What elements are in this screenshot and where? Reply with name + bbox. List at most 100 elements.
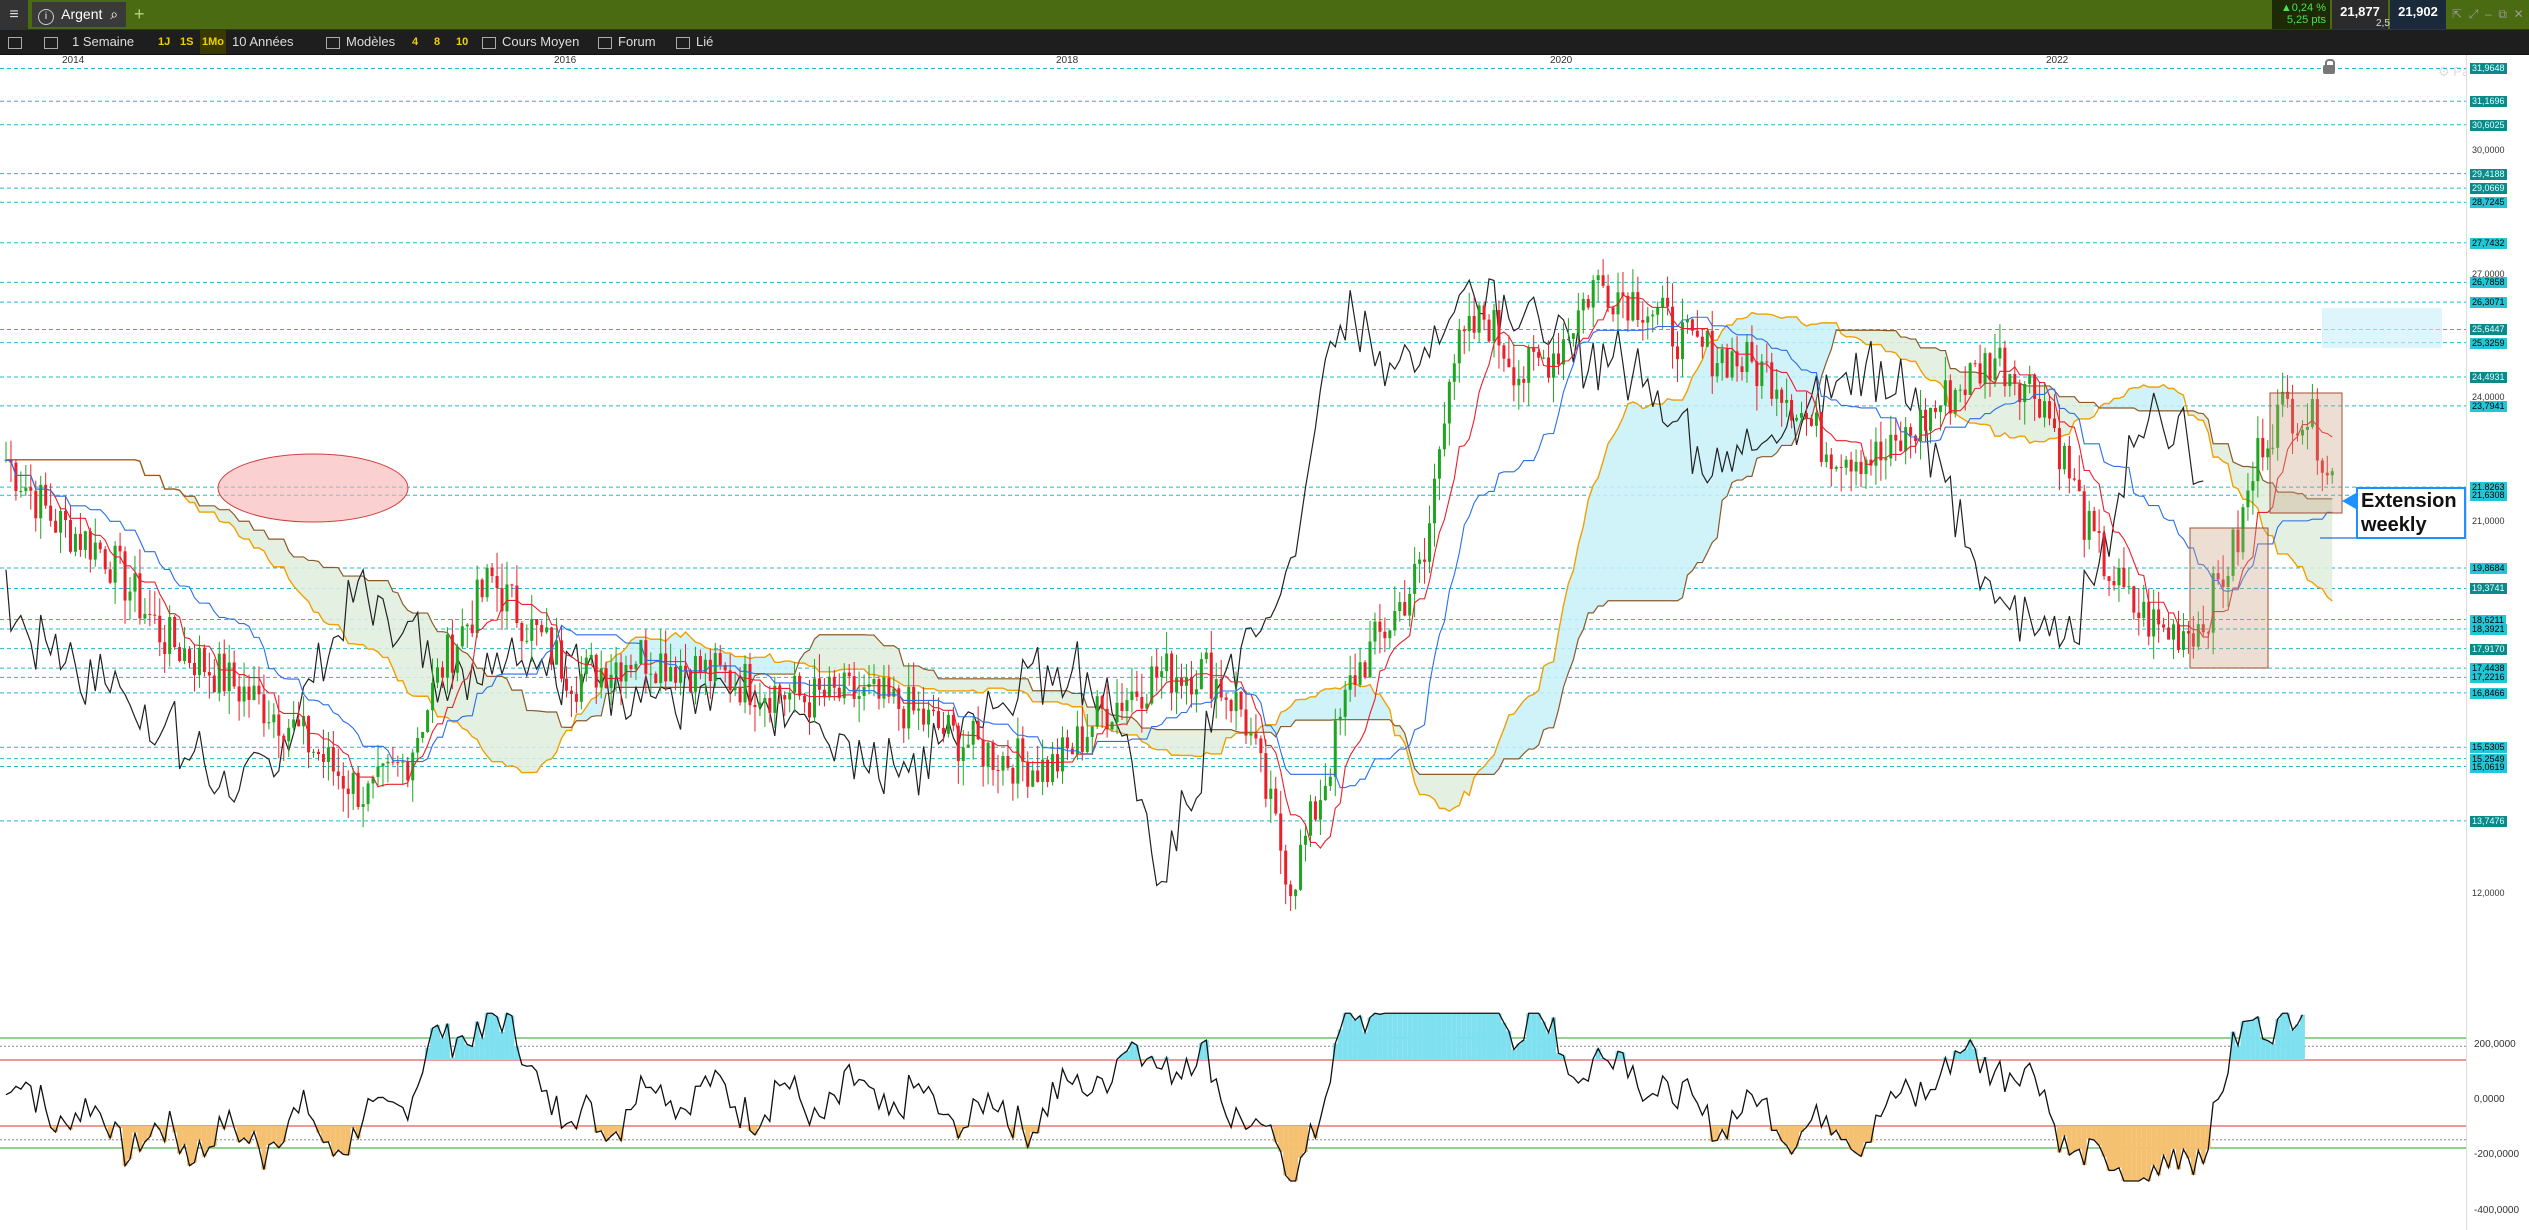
candle-body	[2137, 612, 2141, 619]
candle-body	[654, 673, 658, 684]
candle-body	[1700, 336, 1704, 347]
lie-label: Lié	[696, 34, 714, 49]
oscillator-chart[interactable]	[0, 1003, 2466, 1228]
osc-oversold-fill	[1030, 1126, 1036, 1133]
candle-body	[1284, 850, 1288, 885]
quick-1mo[interactable]: 1Mo	[200, 30, 226, 54]
candle-body	[1343, 689, 1347, 717]
osc-overbought-fill	[2260, 1038, 2266, 1060]
window-controls: ⇱ ⤢ – ⧉ ✕	[2452, 0, 2529, 29]
osc-overbought-fill	[1496, 1013, 1502, 1060]
candle-body	[1656, 307, 1660, 315]
candle-body	[1780, 389, 1784, 403]
candle-body	[495, 576, 499, 589]
extension-weekly-annotation[interactable]: Extension weekly	[2356, 487, 2466, 539]
change-percent: ▲0,24 %	[2280, 2, 2326, 14]
link-chain-icon	[676, 36, 690, 49]
chart-toolbar: 1 Semaine 1J 1S 1Mo 10 Années Modèles 4 …	[0, 30, 2529, 79]
cours-moyen-button[interactable]: Cours Moyen	[482, 30, 579, 54]
quick-1s[interactable]: 1S	[180, 30, 193, 54]
grid-icon[interactable]	[44, 30, 64, 54]
candle-body	[1963, 389, 1967, 395]
candle-body	[1204, 652, 1208, 660]
annotation-line1: Extension	[2361, 490, 2457, 512]
candle-body	[1556, 353, 1560, 365]
candle-body	[153, 614, 157, 616]
models-button[interactable]: Modèles	[326, 30, 395, 54]
candle-body	[2127, 586, 2131, 588]
candle-body	[426, 710, 430, 733]
candle-body	[1814, 412, 1818, 426]
price-axis[interactable]	[2466, 55, 2529, 1230]
price-level-label: 25,6447	[2470, 324, 2507, 336]
osc-overbought-fill	[464, 1044, 470, 1060]
yellow-4[interactable]: 4	[412, 30, 418, 54]
menu-icon[interactable]: ≡	[0, 0, 28, 29]
link-icon[interactable]: ⤢	[2469, 7, 2479, 21]
candle-body	[664, 653, 668, 682]
osc-overbought-fill	[1486, 1013, 1492, 1060]
candle-body	[341, 775, 345, 789]
candle-body	[217, 653, 221, 693]
tab-argent[interactable]: i Argent ⌕	[32, 2, 126, 27]
dock-icon[interactable]: ⇱	[2452, 7, 2462, 21]
candle-body	[1442, 423, 1446, 450]
candle-body	[817, 678, 821, 690]
info-icon[interactable]: i	[38, 9, 54, 25]
osc-oversold-fill	[2151, 1126, 2157, 1166]
close-icon[interactable]: ✕	[2514, 7, 2524, 21]
candle-body	[103, 549, 107, 570]
price-chart[interactable]	[0, 55, 2466, 1000]
candle-body	[272, 714, 276, 723]
panel-icon[interactable]	[8, 30, 28, 54]
osc-oversold-fill	[276, 1126, 282, 1148]
osc-overbought-fill	[1476, 1013, 1482, 1060]
restore-icon[interactable]: ⧉	[2498, 7, 2507, 21]
add-tab-icon[interactable]: +	[134, 2, 145, 27]
candle-body	[312, 751, 316, 753]
candle-body	[1978, 363, 1982, 384]
osc-label: 200,0000	[2474, 1039, 2516, 1050]
osc-overbought-fill	[499, 1031, 505, 1060]
lie-button[interactable]: Lié	[676, 30, 713, 54]
osc-oversold-fill	[2185, 1126, 2191, 1159]
candle-body	[1338, 716, 1342, 721]
lock-icon[interactable]	[2323, 59, 2335, 74]
candle-body	[1289, 884, 1293, 897]
candle-body	[2122, 567, 2126, 588]
ask-price[interactable]: 21,902	[2390, 0, 2446, 29]
candle-body	[852, 676, 856, 700]
candle-body	[445, 634, 449, 678]
candle-body	[1487, 319, 1491, 342]
candle-body	[510, 584, 514, 586]
candle-body	[698, 656, 702, 673]
candle-body	[1641, 319, 1645, 323]
yellow-8[interactable]: 8	[434, 30, 440, 54]
candle-body	[733, 687, 737, 691]
candle-body	[2092, 510, 2096, 532]
range-select[interactable]: 10 Années	[232, 30, 293, 54]
quick-1j[interactable]: 1J	[158, 30, 170, 54]
candle-body	[44, 484, 48, 506]
candle-body	[431, 682, 435, 711]
projection-cloud	[2322, 308, 2442, 348]
candle-body	[1859, 461, 1863, 475]
candle-body	[981, 739, 985, 767]
candle-body	[361, 804, 365, 807]
forum-button[interactable]: Forum	[598, 30, 656, 54]
yellow-10[interactable]: 10	[456, 30, 468, 54]
osc-overbought-fill	[1536, 1013, 1542, 1060]
search-icon[interactable]: ⌕	[110, 6, 118, 22]
candle-body	[143, 614, 147, 619]
interval-select[interactable]: 1 Semaine	[72, 30, 134, 54]
minimize-icon[interactable]: –	[2485, 7, 2492, 21]
candle-body	[1542, 357, 1546, 359]
candle-body	[996, 769, 1000, 771]
price-level-label: 19,3741	[2470, 583, 2507, 595]
candle-body	[54, 520, 58, 533]
highlight-ellipse	[217, 453, 409, 523]
osc-overbought-fill	[1501, 1022, 1507, 1060]
candle-body	[2062, 445, 2066, 470]
candle-body	[1120, 702, 1124, 712]
candle-body	[2048, 401, 2052, 419]
